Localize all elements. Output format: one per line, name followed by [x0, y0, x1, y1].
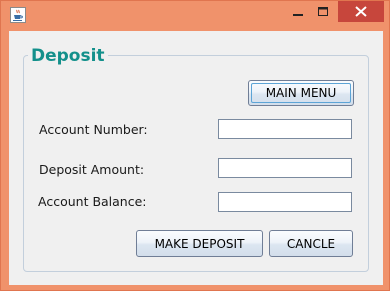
main-menu-button-label: MAIN MENU: [265, 86, 337, 100]
minimize-icon: [293, 14, 303, 16]
maximize-button[interactable]: [311, 1, 335, 23]
deposit-window: Deposit MAIN MENU Account Number: Deposi…: [0, 0, 390, 291]
title-bar[interactable]: [1, 1, 389, 30]
maximize-icon: [318, 7, 328, 16]
make-deposit-button[interactable]: MAKE DEPOSIT: [136, 230, 263, 257]
close-button[interactable]: [338, 1, 384, 22]
panel-title: Deposit: [28, 45, 108, 67]
deposit-amount-label: Deposit Amount:: [39, 162, 145, 177]
client-area: Deposit MAIN MENU Account Number: Deposi…: [9, 31, 383, 285]
java-cup-icon[interactable]: [10, 7, 26, 23]
account-balance-label: Account Balance:: [38, 194, 147, 209]
main-menu-button[interactable]: MAIN MENU: [248, 80, 354, 106]
close-icon: [355, 6, 367, 17]
deposit-amount-field[interactable]: [218, 158, 352, 178]
account-number-label: Account Number:: [39, 122, 148, 137]
account-number-field[interactable]: [218, 119, 352, 139]
account-balance-field[interactable]: [218, 192, 352, 212]
cancel-button[interactable]: CANCLE: [269, 230, 353, 257]
minimize-button[interactable]: [286, 1, 310, 23]
